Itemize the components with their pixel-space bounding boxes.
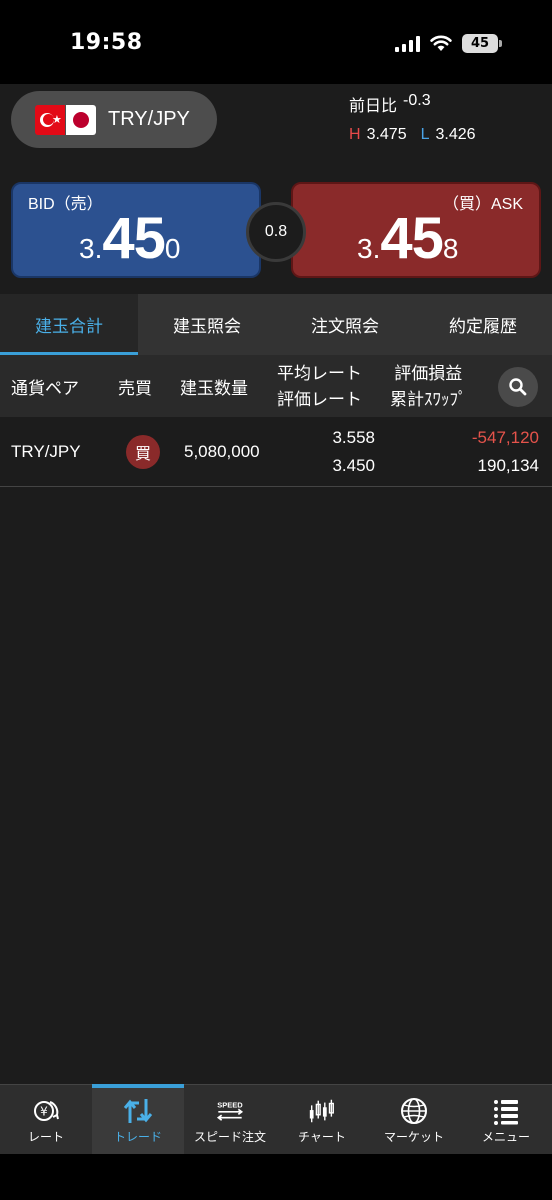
nav-chart-label: チャート <box>298 1130 346 1144</box>
day-change-label: 前日比 <box>349 98 398 115</box>
bid-price: 3.450 <box>79 205 180 272</box>
nav-menu[interactable]: メニュー <box>460 1085 552 1155</box>
nav-speed-order-label: スピード注文 <box>193 1130 266 1144</box>
header-pl: 評価損益 累計ｽﾜｯﾌﾟ <box>390 361 467 413</box>
nav-speed-order[interactable]: SPEED スピード注文 <box>184 1085 276 1155</box>
header-pair: 通貨ペア <box>11 378 79 399</box>
nav-chart[interactable]: チャート <box>276 1085 368 1155</box>
ask-price-prefix: 3. <box>357 233 381 264</box>
tab-bar: 建玉合計 建玉照会 注文照会 約定履歴 <box>0 294 552 355</box>
tab-position-inquiry[interactable]: 建玉照会 <box>138 294 276 355</box>
nav-rate[interactable]: ¥ レート <box>0 1085 92 1155</box>
bottom-navigation: ¥ レート トレード SPEED スピード注文 チャート マーケット メニュー <box>0 1084 552 1155</box>
svg-text:¥: ¥ <box>40 1105 48 1119</box>
bid-price-pip: 0 <box>164 233 181 264</box>
ask-price-pip: 8 <box>442 233 459 264</box>
price-summary: 前日比 -0.3 H 3.475 L 3.426 <box>349 92 484 144</box>
row-pair: TRY/JPY <box>11 442 81 461</box>
ask-price: 3.458 <box>357 205 458 272</box>
bid-button[interactable]: BID（売） 3.450 <box>11 182 261 278</box>
day-change-value: -0.3 <box>403 92 431 109</box>
status-bar: 19:58 45 <box>0 0 552 84</box>
trade-arrows-icon <box>123 1099 153 1123</box>
japan-flag-icon <box>66 104 96 135</box>
menu-list-icon <box>494 1100 518 1125</box>
home-indicator-area <box>0 1154 552 1200</box>
turkey-flag-icon: ★ <box>35 104 65 135</box>
ask-button[interactable]: （買）ASK 3.458 <box>291 182 541 278</box>
globe-icon <box>401 1098 427 1124</box>
speed-order-icon: SPEED <box>216 1101 243 1121</box>
search-button[interactable] <box>498 367 538 407</box>
header-eval-rate: 評価レート <box>277 390 362 410</box>
row-swap: 190,134 <box>477 456 539 475</box>
wifi-icon <box>430 35 452 51</box>
app-screen: ★ TRY/JPY 前日比 -0.3 H 3.475 L 3.426 BID（売… <box>0 84 552 1200</box>
low-label: L <box>420 126 430 143</box>
yen-exchange-icon: ¥ <box>34 1101 59 1121</box>
tab-order-inquiry[interactable]: 注文照会 <box>276 294 414 355</box>
battery-icon: 45 <box>462 34 502 53</box>
bid-price-prefix: 3. <box>79 233 103 264</box>
nav-market[interactable]: マーケット <box>368 1085 460 1155</box>
ask-price-big: 45 <box>380 206 444 271</box>
high-label: H <box>349 126 361 143</box>
status-time: 19:58 <box>70 30 143 55</box>
cellular-signal-icon <box>395 35 420 52</box>
header-avg-rate: 平均レート <box>277 364 362 384</box>
nav-trade-label: トレード <box>113 1130 162 1144</box>
buy-side-badge: 買 <box>126 435 160 469</box>
battery-level: 45 <box>462 34 498 53</box>
nav-rate-label: レート <box>27 1130 64 1144</box>
header-quantity: 建玉数量 <box>180 378 248 399</box>
status-icons: 45 <box>395 34 502 53</box>
row-eval-pl: -547,120 <box>471 428 539 447</box>
header-swap: 累計ｽﾜｯﾌﾟ <box>390 390 467 410</box>
row-eval-rate: 3.450 <box>332 456 375 475</box>
row-quantity: 5,080,000 <box>184 442 260 461</box>
tab-position-summary[interactable]: 建玉合計 <box>0 294 138 355</box>
high-value: 3.475 <box>366 126 407 143</box>
pair-name: TRY/JPY <box>108 108 190 130</box>
low-value: 3.426 <box>435 126 476 143</box>
row-avg-rate: 3.558 <box>332 428 375 447</box>
tab-execution-history[interactable]: 約定履歴 <box>414 294 552 355</box>
nav-market-label: マーケット <box>383 1130 444 1144</box>
header-side: 売買 <box>118 378 152 399</box>
candlestick-chart-icon <box>309 1099 334 1123</box>
nav-trade[interactable]: トレード <box>92 1084 184 1155</box>
nav-menu-label: メニュー <box>481 1130 530 1144</box>
bid-price-big: 45 <box>102 206 166 271</box>
table-header: 通貨ペア 売買 建玉数量 平均レート 評価レート 評価損益 累計ｽﾜｯﾌﾟ <box>0 355 552 417</box>
search-icon <box>509 378 527 396</box>
header-rates: 平均レート 評価レート <box>277 361 362 413</box>
header-eval-pl: 評価損益 <box>394 364 463 384</box>
currency-pair-selector[interactable]: ★ TRY/JPY <box>11 91 217 148</box>
table-row[interactable]: TRY/JPY 買 5,080,000 3.558 3.450 -547,120… <box>0 417 552 487</box>
speed-icon-text: SPEED <box>217 1101 243 1110</box>
spread-badge: 0.8 <box>246 202 306 262</box>
